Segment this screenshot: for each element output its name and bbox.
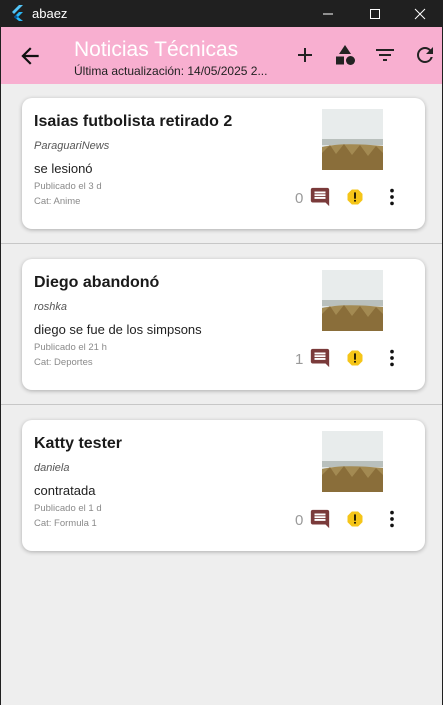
arrow-back-icon[interactable]: [17, 43, 43, 69]
news-category: Cat: Anime: [34, 196, 81, 207]
news-title: Katty tester: [34, 435, 123, 452]
minimize-icon: [323, 13, 333, 14]
window-title: abaez: [32, 6, 68, 21]
news-category: Cat: Formula 1: [34, 518, 97, 529]
divider: [1, 404, 442, 405]
news-thumbnail: [322, 431, 383, 492]
news-published-date: Publicado el 1 d: [34, 503, 102, 514]
flutter-logo-icon: [12, 5, 23, 21]
category-shapes-icon: [336, 45, 355, 65]
comment-icon[interactable]: [309, 186, 331, 208]
refresh-icon: [417, 47, 433, 63]
app-window: Noticias Técnicas Última actualización: …: [1, 27, 442, 705]
comment-count: 1: [295, 351, 304, 368]
report-icon[interactable]: [345, 348, 365, 368]
news-card[interactable]: Diego abandonó roshka diego se fue de lo…: [22, 259, 425, 390]
close-button[interactable]: [397, 0, 443, 27]
news-published-date: Publicado el 21 h: [34, 342, 107, 353]
filter-icon: [376, 49, 394, 61]
news-thumbnail: [322, 109, 383, 170]
comment-count: 0: [295, 190, 304, 207]
more-vert-icon[interactable]: [381, 508, 403, 530]
app-bar: Noticias Técnicas Última actualización: …: [1, 27, 442, 84]
more-vert-icon[interactable]: [381, 347, 403, 369]
last-update-text: Última actualización: 14/05/2025 2...: [74, 64, 268, 78]
news-card[interactable]: Katty tester daniela contratada Publicad…: [22, 420, 425, 551]
news-description: contratada: [34, 483, 96, 498]
news-title: Diego abandonó: [34, 274, 160, 291]
filter-button[interactable]: [372, 42, 398, 68]
divider: [1, 243, 442, 244]
comment-count: 0: [295, 512, 304, 529]
maximize-button[interactable]: [352, 0, 398, 27]
close-icon: [414, 8, 426, 19]
news-source: ParaguariNews: [34, 140, 110, 152]
news-category: Cat: Deportes: [34, 357, 93, 368]
news-card[interactable]: Isaias futbolista retirado 2 ParaguariNe…: [22, 98, 425, 229]
news-title: Isaias futbolista retirado 2: [34, 113, 233, 130]
news-published-date: Publicado el 3 d: [34, 181, 102, 192]
news-description: diego se fue de los simpsons: [34, 322, 202, 337]
minimize-button[interactable]: [305, 0, 351, 27]
categories-button[interactable]: [332, 42, 358, 68]
more-vert-icon[interactable]: [381, 186, 403, 208]
news-thumbnail: [322, 270, 383, 331]
news-source: roshka: [34, 301, 68, 313]
maximize-icon: [370, 8, 380, 19]
report-icon[interactable]: [345, 187, 365, 207]
add-button[interactable]: [292, 42, 318, 68]
comment-icon[interactable]: [309, 508, 331, 530]
page-title: Noticias Técnicas: [74, 38, 239, 61]
refresh-button[interactable]: [412, 42, 438, 68]
report-icon[interactable]: [345, 509, 365, 529]
news-description: se lesionó: [34, 161, 93, 176]
comment-icon[interactable]: [309, 347, 331, 369]
add-icon: [298, 48, 312, 62]
window-titlebar: abaez: [0, 0, 443, 27]
news-source: daniela: [34, 462, 70, 474]
